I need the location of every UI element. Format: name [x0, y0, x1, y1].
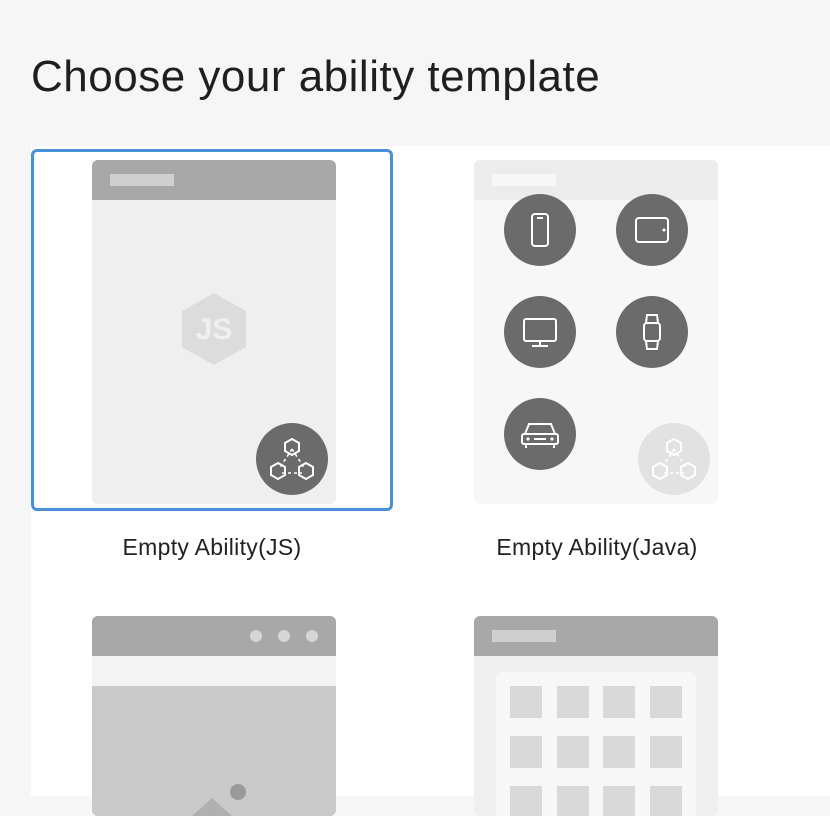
page-title: Choose your ability template — [31, 52, 601, 101]
image-placeholder-icon — [192, 784, 246, 816]
window-dot — [250, 630, 262, 642]
title-bar-placeholder — [110, 174, 174, 186]
grid-panel — [496, 672, 696, 816]
js-hexagon-icon: JS — [182, 293, 246, 365]
thumbnail-title-bar — [92, 616, 336, 656]
car-icon — [504, 398, 576, 470]
thumbnail-toolbar — [92, 656, 336, 686]
window-dot — [278, 630, 290, 642]
template-label-empty-ability-js[interactable]: Empty Ability(JS) — [31, 534, 393, 561]
grid-cell — [603, 686, 635, 718]
grid-cell — [650, 736, 682, 768]
title-bar-placeholder — [492, 174, 556, 186]
template-card-4[interactable] — [416, 606, 778, 816]
grid-cell — [557, 686, 589, 718]
distributed-nodes-icon — [638, 423, 710, 495]
grid-cell — [510, 686, 542, 718]
template-gallery: JS Empty Ability(JS) Empty Ability(Java) — [31, 146, 830, 816]
template-thumbnail — [474, 616, 718, 816]
template-card-3[interactable] — [31, 606, 393, 816]
grid-cell — [603, 786, 635, 816]
grid-cell — [650, 686, 682, 718]
grid-cell — [510, 786, 542, 816]
template-card-empty-ability-java[interactable] — [416, 149, 778, 511]
window-dot — [306, 630, 318, 642]
thumbnail-title-bar — [474, 160, 718, 200]
template-thumbnail: JS — [92, 160, 336, 504]
phone-icon — [504, 194, 576, 266]
distributed-nodes-icon — [256, 423, 328, 495]
thumbnail-title-bar — [474, 616, 718, 656]
grid-cell — [650, 786, 682, 816]
template-label-empty-ability-java[interactable]: Empty Ability(Java) — [416, 534, 778, 561]
js-badge-text: JS — [196, 313, 233, 346]
tablet-icon — [616, 194, 688, 266]
thumbnail-title-bar — [92, 160, 336, 200]
title-bar-placeholder — [492, 630, 556, 642]
watch-icon — [616, 296, 688, 368]
grid-cell — [557, 786, 589, 816]
grid-cell — [557, 736, 589, 768]
grid-cell — [510, 736, 542, 768]
template-thumbnail — [92, 616, 336, 816]
template-card-empty-ability-js[interactable]: JS — [31, 149, 393, 511]
template-thumbnail — [474, 160, 718, 504]
grid-cell — [603, 736, 635, 768]
tv-icon — [504, 296, 576, 368]
